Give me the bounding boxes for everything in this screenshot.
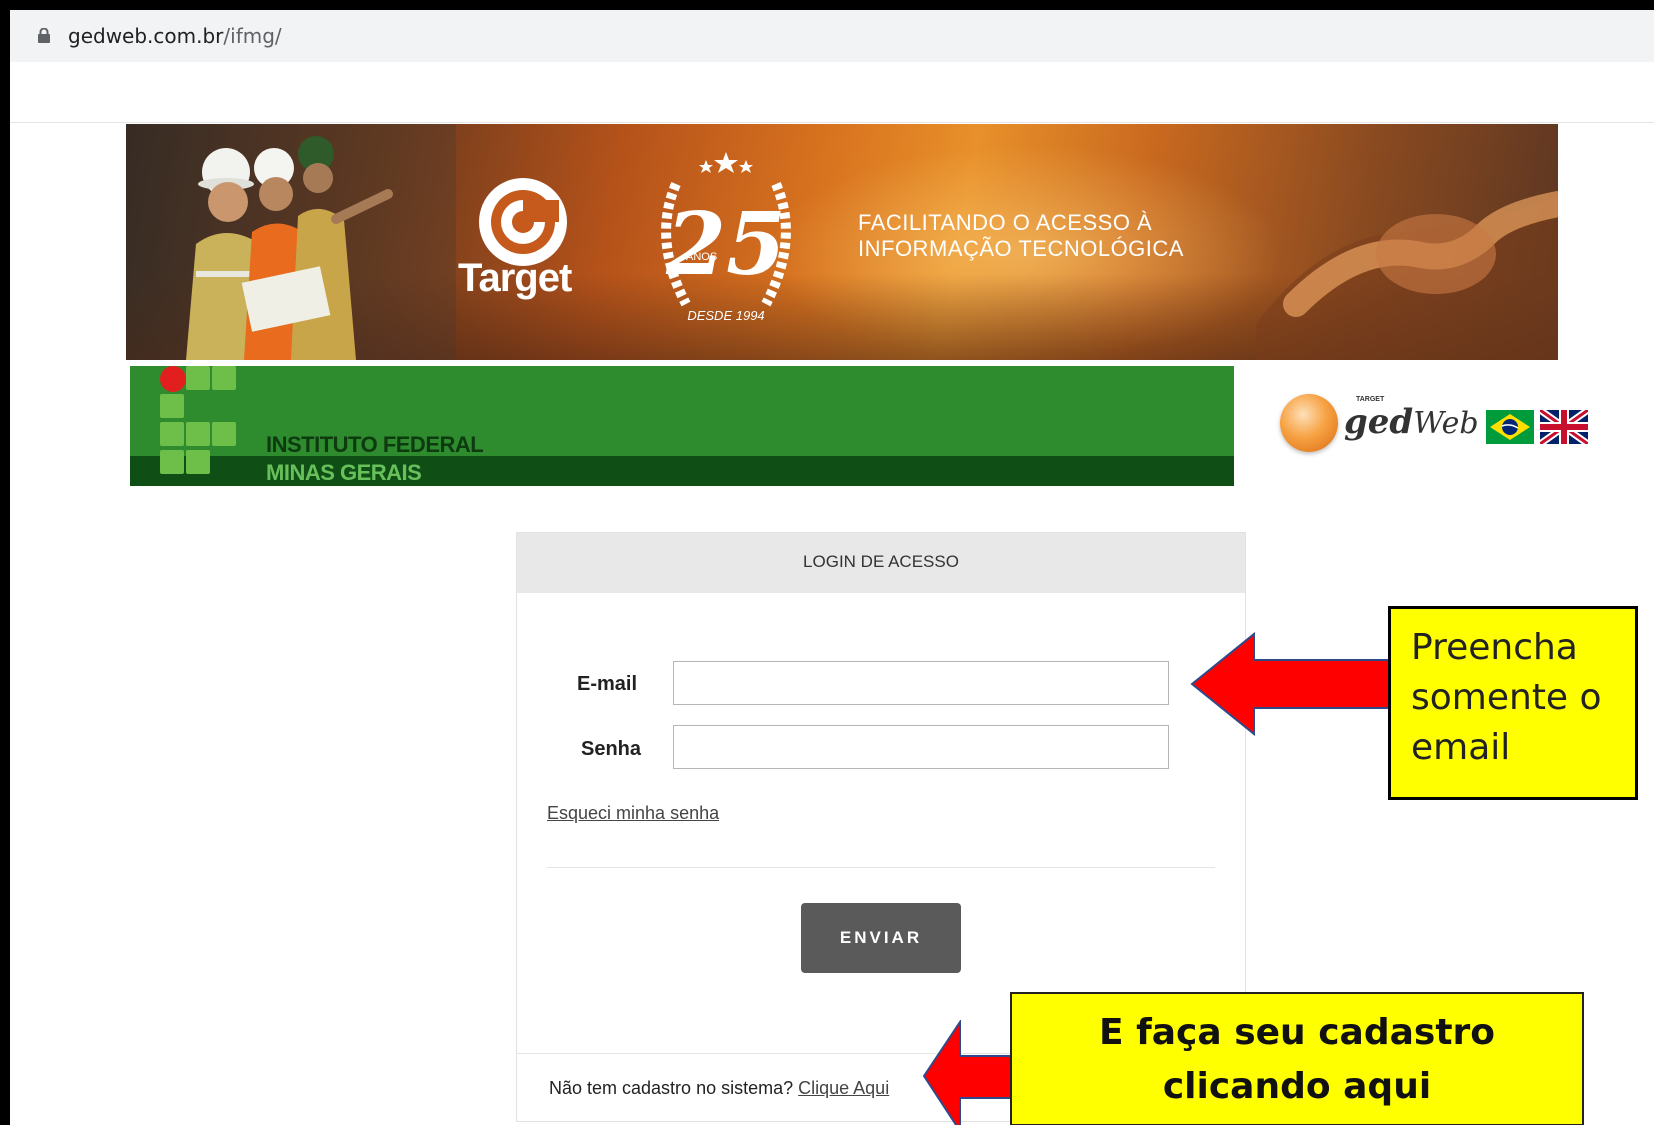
workers-illustration bbox=[126, 124, 456, 360]
password-label: Senha bbox=[581, 738, 642, 760]
handshake-illustration bbox=[1256, 191, 1558, 360]
if-logo-red-circle bbox=[160, 366, 186, 392]
header-divider bbox=[10, 122, 1654, 123]
login-panel-header: LOGIN DE ACESSO bbox=[517, 533, 1245, 593]
institute-banner: INSTITUTO FEDERAL MINAS GERAIS bbox=[130, 366, 1234, 486]
password-input[interactable] bbox=[673, 725, 1169, 769]
institute-name: INSTITUTO FEDERAL bbox=[266, 432, 484, 457]
brazil-flag-icon[interactable] bbox=[1486, 410, 1534, 444]
target-brand: Target bbox=[458, 256, 572, 300]
anniversary-since: DESDE 1994 bbox=[687, 308, 764, 323]
lock-icon bbox=[38, 28, 50, 43]
arrow-left-icon bbox=[1190, 632, 1409, 736]
uk-flag-icon[interactable] bbox=[1540, 410, 1588, 444]
register-link[interactable]: Clique Aqui bbox=[798, 1078, 889, 1098]
form-divider bbox=[547, 867, 1215, 868]
login-title: LOGIN DE ACESSO bbox=[803, 552, 959, 571]
callout-register: E faça seu cadastro clicando aqui bbox=[1010, 992, 1584, 1125]
callout-fill-email: Preencha somente o email bbox=[1388, 606, 1638, 800]
url-text[interactable]: gedweb.com.br/ifmg/ bbox=[68, 24, 282, 48]
email-input[interactable] bbox=[673, 661, 1169, 705]
email-label: E-mail bbox=[577, 673, 638, 695]
gedweb-logo-area: TARGET gedWeb bbox=[1280, 390, 1620, 460]
anniversary-number: 25 bbox=[665, 194, 786, 295]
address-bar[interactable]: gedweb.com.br/ifmg/ bbox=[10, 10, 1654, 62]
register-prompt: Não tem cadastro no sistema? Clique Aqui bbox=[549, 1078, 890, 1098]
anniversary-unit: ANOS bbox=[686, 251, 717, 263]
gedweb-wordmark: gedWeb bbox=[1344, 402, 1479, 442]
browser-window: gedweb.com.br/ifmg/ Target 25 ANOS DESDE… bbox=[10, 10, 1654, 1125]
gedweb-logo-icon bbox=[1280, 394, 1338, 452]
url-host: gedweb.com.br bbox=[68, 24, 224, 48]
banner-tagline: FACILITANDO O ACESSO À INFORMAÇÃO TECNOL… bbox=[858, 210, 1184, 261]
submit-button[interactable]: ENVIAR bbox=[801, 903, 961, 973]
anniversary-badge: 25 ANOS DESDE 1994 bbox=[661, 152, 791, 323]
url-path: /ifmg/ bbox=[223, 24, 282, 48]
institute-state: MINAS GERAIS bbox=[266, 460, 422, 485]
hero-banner: Target 25 ANOS DESDE 1994 FACILITANDO O … bbox=[126, 124, 1558, 360]
forgot-password-link[interactable]: Esqueci minha senha bbox=[547, 803, 719, 824]
